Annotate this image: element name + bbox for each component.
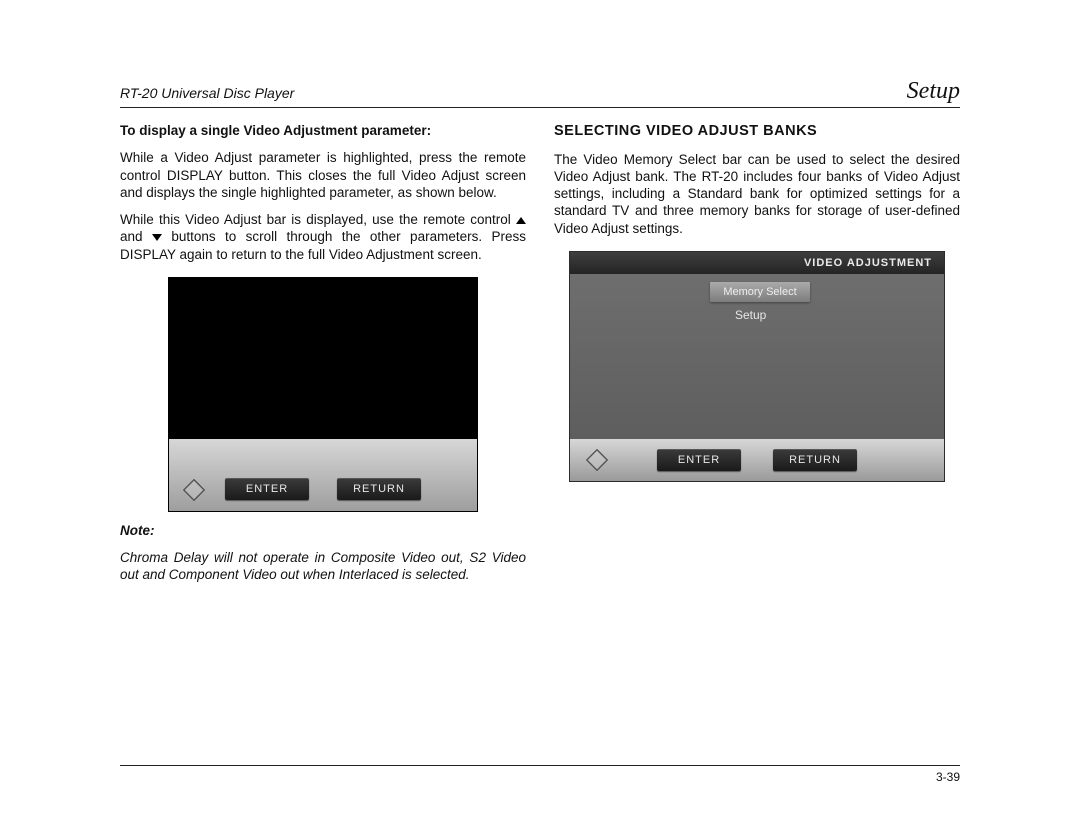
osd-bottom-bar: ENTER RETURN [169,439,477,511]
osd2-memory-select-chip: Memory Select [710,282,810,302]
osd2-enter-button: ENTER [657,449,741,471]
right-column: Selecting Video Adjust Banks The Video M… [554,122,960,594]
left-paragraph-2: While this Video Adjust bar is displayed… [120,211,526,263]
osd2-setup-label: Setup [735,308,766,323]
manual-page: RT-20 Universal Disc Player Setup To dis… [0,0,1080,834]
screenshot-2-wrap: VIDEO ADJUSTMENT Memory Select Setup ENT… [554,251,960,482]
up-arrow-icon [516,217,526,224]
screenshot-1-wrap: Progressive Motion Auto1 ENTER [120,277,526,512]
page-header: RT-20 Universal Disc Player Setup [120,78,960,108]
right-paragraph-1: The Video Memory Select bar can be used … [554,151,960,237]
screenshot-progressive-motion: Progressive Motion Auto1 ENTER [168,277,478,512]
p2-part-b: and [120,229,152,244]
two-column-body: To display a single Video Adjustment par… [120,122,960,594]
osd-return-button: RETURN [337,478,421,500]
page-footer: 3-39 [120,765,960,784]
right-section-title: Selecting Video Adjust Banks [554,122,960,141]
left-paragraph-1: While a Video Adjust parameter is highli… [120,149,526,201]
osd-enter-button: ENTER [225,478,309,500]
note-body: Chroma Delay will not operate in Composi… [120,549,526,584]
osd2-return-button: RETURN [773,449,857,471]
left-subhead: To display a single Video Adjustment par… [120,122,526,139]
left-column: To display a single Video Adjustment par… [120,122,526,594]
screenshot-video-adjustment: VIDEO ADJUSTMENT Memory Select Setup ENT… [569,251,945,482]
header-product: RT-20 Universal Disc Player [120,85,294,101]
p2-part-c: buttons to scroll through the other para… [120,229,526,261]
osd2-title-bar: VIDEO ADJUSTMENT [570,252,944,274]
dpad-icon [586,449,608,471]
page-number: 3-39 [936,770,960,784]
p2-part-a: While this Video Adjust bar is displayed… [120,212,511,227]
header-section: Setup [907,78,960,105]
osd-button-row: ENTER RETURN [169,475,477,503]
osd2-bottom-bar: ENTER RETURN [570,439,944,481]
down-arrow-icon [152,234,162,241]
note-heading: Note: [120,522,526,539]
